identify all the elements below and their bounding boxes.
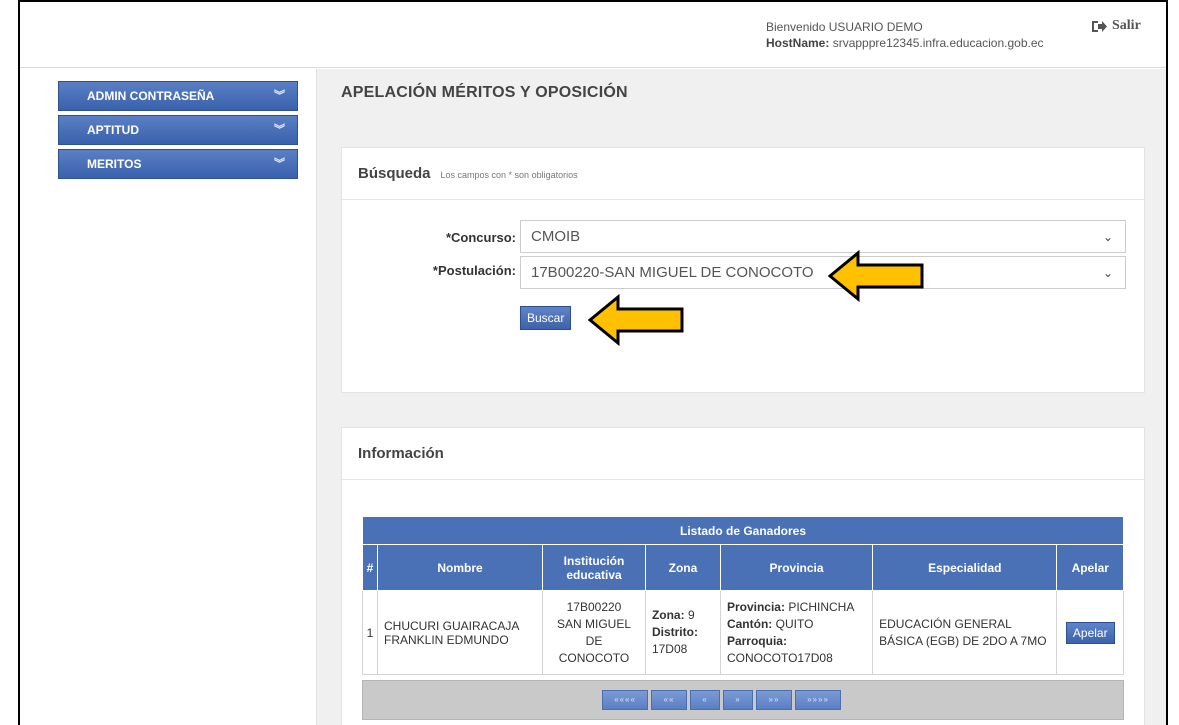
search-panel-header: Búsqueda Los campos con * son obligatori… xyxy=(342,148,1144,200)
column-header-num: # xyxy=(362,544,378,591)
concurso-label: *Concurso: xyxy=(445,230,516,245)
column-header-apelar: Apelar xyxy=(1056,544,1124,591)
logout-icon xyxy=(1092,20,1107,32)
app-frame: Bienvenido USUARIO DEMO HostName: srvapp… xyxy=(18,0,1168,725)
buscar-button[interactable]: Buscar xyxy=(520,306,572,330)
table-caption: Listado de Ganadores xyxy=(362,516,1124,545)
row-provincia: Provincia: PICHINCHA Cantón: QUITO Parro… xyxy=(719,590,874,675)
parroquia-label: Parroquia: xyxy=(726,633,787,648)
hostname-value: srvapppre12345.infra.educacion.gob.ec xyxy=(832,36,1044,50)
logout-button[interactable]: Salir xyxy=(1091,18,1141,34)
sidebar-item-label: APTITUD xyxy=(87,123,139,137)
distrito-label: Distrito: xyxy=(651,625,698,639)
sidebar-item-aptitud[interactable]: APTITUD ︾ xyxy=(58,115,298,145)
postulacion-selected-value: 17B00220-SAN MIGUEL DE CONOCOTO xyxy=(531,264,814,281)
table-row: 1 CHUCURI GUAIRACAJA FRANKLIN EDMUNDO 17… xyxy=(362,590,1124,675)
postulacion-label: *Postulación: xyxy=(432,263,516,278)
pager-last-button[interactable]: »»»» xyxy=(795,690,841,710)
pager-next-block-button[interactable]: »» xyxy=(756,690,792,710)
row-especialidad: EDUCACIÓN GENERAL BÁSICA (EGB) DE 2DO A … xyxy=(872,590,1058,675)
pager-next-button[interactable]: » xyxy=(723,690,753,710)
provincia-label: Provincia: xyxy=(726,599,785,614)
row-action-cell: Apelar xyxy=(1056,590,1124,675)
column-header-institucion: Institución educativa xyxy=(542,544,646,591)
welcome-text: Bienvenido USUARIO DEMO xyxy=(766,20,923,34)
column-header-zona: Zona xyxy=(644,544,721,591)
pagination-bar: «««« «« « » »» »»»» xyxy=(362,680,1124,720)
chevron-down-icon: ︾ xyxy=(274,124,285,136)
hostname-line: HostName: srvapppre12345.infra.educacion… xyxy=(766,36,1044,50)
row-nombre: CHUCURI GUAIRACAJA FRANKLIN EDMUNDO xyxy=(376,590,544,675)
info-panel: Información Listado de Ganadores # Nombr… xyxy=(341,427,1145,725)
search-panel-title: Búsqueda xyxy=(358,165,431,182)
apelar-button[interactable]: Apelar xyxy=(1065,621,1115,644)
top-bar: Bienvenido USUARIO DEMO HostName: srvapp… xyxy=(20,2,1166,68)
search-panel: Búsqueda Los campos con * son obligatori… xyxy=(341,147,1145,393)
hostname-label: HostName: xyxy=(766,36,830,50)
main-content: APELACIÓN MÉRITOS Y OPOSICIÓN Búsqueda L… xyxy=(316,69,1166,725)
winners-table: Listado de Ganadores # Nombre Institució… xyxy=(362,516,1124,675)
sidebar: ADMIN CONTRASEÑA ︾ APTITUD ︾ MERITOS ︾ xyxy=(20,69,314,725)
pointer-arrow-buscar xyxy=(588,293,684,347)
concurso-selected-value: CMOIB xyxy=(531,228,581,245)
row-number: 1 xyxy=(362,590,378,675)
info-panel-title: Información xyxy=(358,445,444,462)
required-fields-note: Los campos con * son obligatorios xyxy=(440,169,578,180)
info-panel-header: Información xyxy=(342,428,1144,480)
row-zona: Zona: 9 Distrito: 17D08 xyxy=(644,590,721,675)
concurso-select[interactable]: CMOIB ⌄ xyxy=(520,220,1126,253)
pager-prev-block-button[interactable]: «« xyxy=(651,690,687,710)
distrito-value: 17D08 xyxy=(651,642,688,656)
pager-prev-button[interactable]: « xyxy=(690,690,720,710)
row-institucion: 17B00220 SAN MIGUEL DE CONOCOTO xyxy=(542,590,646,675)
logout-label: Salir xyxy=(1112,18,1141,33)
pointer-arrow-postulacion xyxy=(828,249,924,303)
canton-label: Cantón: xyxy=(726,616,773,631)
pager-first-button[interactable]: «««« xyxy=(602,690,648,710)
institucion-codigo: 17B00220 xyxy=(566,599,622,614)
canton-value: QUITO xyxy=(775,616,814,631)
chevron-down-icon: ︾ xyxy=(274,90,285,102)
sidebar-item-label: ADMIN CONTRASEÑA xyxy=(87,89,215,103)
page-title: APELACIÓN MÉRITOS Y OPOSICIÓN xyxy=(341,84,628,101)
postulacion-select[interactable]: 17B00220-SAN MIGUEL DE CONOCOTO ⌄ xyxy=(520,256,1126,289)
sidebar-item-meritos[interactable]: MERITOS ︾ xyxy=(58,149,298,179)
zona-label: Zona: xyxy=(651,608,685,622)
chevron-down-icon: ︾ xyxy=(274,158,285,170)
provincia-value: PICHINCHA xyxy=(788,599,855,614)
chevron-down-icon: ⌄ xyxy=(1102,230,1113,244)
zona-value: 9 xyxy=(687,608,695,622)
column-header-provincia: Provincia xyxy=(719,544,874,591)
parroquia-value: CONOCOTO17D08 xyxy=(726,650,833,665)
chevron-down-icon: ⌄ xyxy=(1102,266,1113,280)
sidebar-item-admin-contrasena[interactable]: ADMIN CONTRASEÑA ︾ xyxy=(58,81,298,111)
sidebar-item-label: MERITOS xyxy=(87,157,142,171)
column-header-nombre: Nombre xyxy=(376,544,544,591)
column-header-especialidad: Especialidad xyxy=(872,544,1058,591)
institucion-nombre: SAN MIGUEL DE CONOCOTO xyxy=(556,616,631,665)
